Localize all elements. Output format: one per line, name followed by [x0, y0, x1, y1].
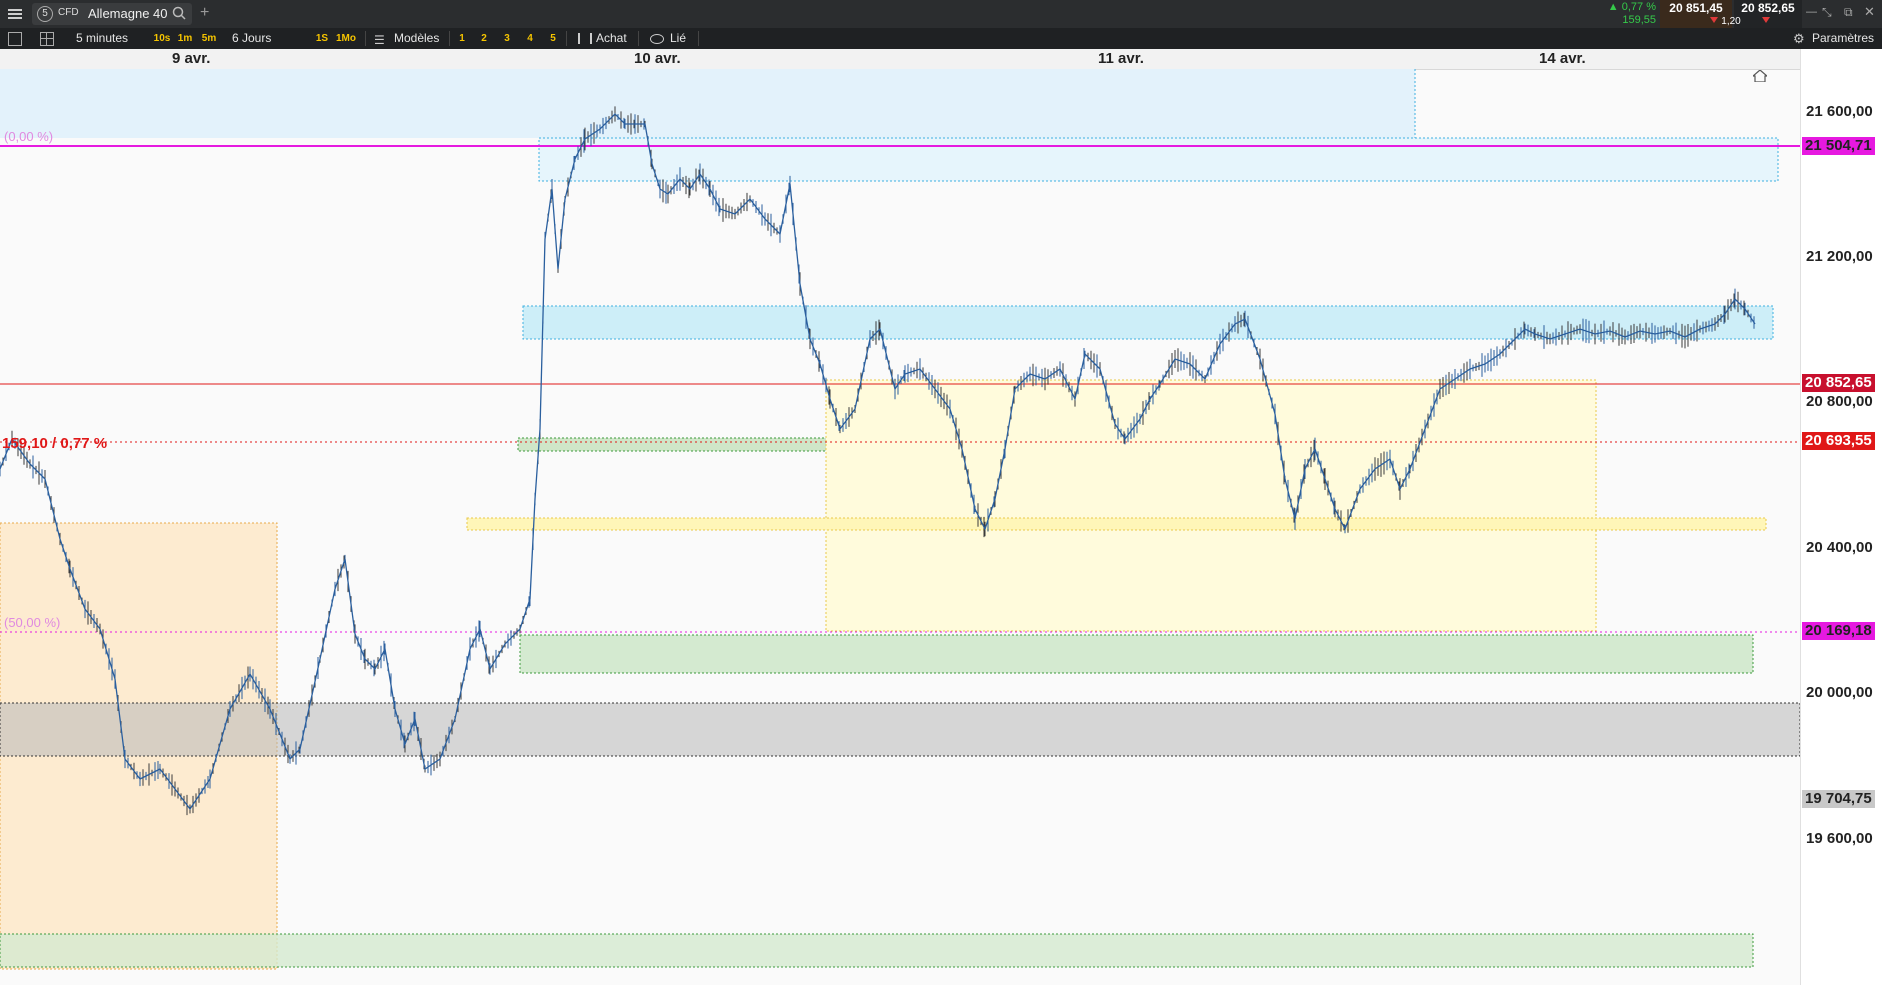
price-tick: 21 200,00 [1806, 248, 1873, 265]
settings-button[interactable]: Paramètres [1812, 28, 1874, 49]
date-label: 14 avr. [1539, 50, 1586, 67]
timeframe-5m[interactable]: 5m [200, 32, 218, 46]
price-tick: 21 600,00 [1806, 103, 1873, 120]
layout-4[interactable]: 4 [524, 32, 536, 46]
low-price-tag: 19 704,75 [1802, 790, 1875, 808]
date-label: 9 avr. [172, 50, 211, 67]
bid-price: 20 851,45 [1669, 1, 1723, 15]
fib-0-price-tag: 21 504,71 [1802, 137, 1875, 155]
down-arrow-icon [1762, 17, 1770, 23]
templates-button[interactable]: Modèles [394, 28, 439, 49]
instrument-name: Allemagne 40 [88, 6, 168, 21]
change-annotation: 159,10 / 0,77 % [2, 435, 107, 452]
shrink-icon[interactable]: ⤡ [1822, 5, 1832, 20]
range-1s[interactable]: 1S [314, 32, 330, 46]
top-bar: 5 CFD Allemagne 40 + ▲ 0,77 % 159,55 20 … [0, 0, 1882, 28]
timeframe-1m[interactable]: 1m [176, 32, 194, 46]
date-label: 11 avr. [1098, 50, 1144, 67]
chart-svg: (0,00 %) (50,00 %) 159,10 / 0,77 % [0, 69, 1800, 970]
date-label: 10 avr. [634, 50, 681, 67]
layout-2[interactable]: 2 [478, 32, 490, 46]
divider [365, 31, 366, 46]
change-percent: ▲ 0,77 % [1607, 1, 1656, 13]
date-axis: 9 avr. 10 avr. 11 avr. 14 avr. [0, 49, 1800, 70]
eye-icon [650, 34, 664, 44]
change-box: ▲ 0,77 % 159,55 [1592, 0, 1656, 28]
prev-close-tag: 20 693,55 [1802, 432, 1875, 450]
divider [566, 31, 567, 46]
price-tick: 20 000,00 [1806, 684, 1873, 701]
layout-grid-icon[interactable] [40, 32, 54, 46]
divider [698, 31, 699, 46]
linked-button[interactable]: Lié [670, 28, 686, 49]
chart-area[interactable]: (0,00 %) (50,00 %) 159,10 / 0,77 % [0, 69, 1800, 985]
change-points: 159,55 [1622, 14, 1656, 26]
hamburger-icon[interactable] [8, 7, 22, 21]
spread-value: 1,20 [1721, 16, 1741, 27]
chart-toolbar: 5 minutes 10s 1m 5m 6 Jours 1S 1Mo ☰ Mod… [0, 28, 1882, 49]
layout-1[interactable]: 1 [456, 32, 468, 46]
price-tick: 19 600,00 [1806, 830, 1873, 847]
zone-blue-upper [538, 137, 1779, 182]
fib-label-0: (0,00 %) [4, 129, 53, 144]
zone-yellow-thin [466, 517, 1767, 531]
fib-50-price-tag: 20 169,18 [1802, 622, 1875, 640]
popout-icon[interactable]: ⧉ [1844, 5, 1853, 20]
zone-green-bottom [0, 933, 1754, 968]
zone-blue-top [0, 69, 1415, 138]
zone-green-mid [519, 634, 1754, 674]
add-tab-icon[interactable]: + [200, 4, 209, 22]
price-tick: 20 800,00 [1806, 393, 1873, 410]
divider [638, 31, 639, 46]
buy-icon [578, 33, 592, 44]
gear-icon: ⚙ [1793, 31, 1805, 46]
ask-price: 20 852,65 [1741, 1, 1795, 15]
instrument-tab[interactable]: 5 CFD Allemagne 40 [32, 3, 192, 25]
home-icon[interactable] [1751, 69, 1769, 83]
buy-button[interactable]: Achat [596, 28, 627, 49]
badge-number: 5 [37, 6, 53, 22]
arrow-up-icon[interactable]: — [1806, 6, 1817, 18]
search-icon[interactable] [172, 6, 186, 20]
sliders-icon: ☰ [374, 33, 385, 47]
range-select[interactable]: 6 Jours [232, 28, 271, 49]
timeframe-10s[interactable]: 10s [152, 32, 172, 46]
range-1mo[interactable]: 1Mo [334, 32, 358, 46]
layout-5[interactable]: 5 [547, 32, 559, 46]
price-tick: 20 400,00 [1806, 539, 1873, 556]
last-price-tag: 20 852,65 [1802, 374, 1875, 392]
divider [449, 31, 450, 46]
timeframe-select[interactable]: 5 minutes [76, 28, 128, 49]
fib-label-50: (50,00 %) [4, 615, 60, 630]
close-icon[interactable]: ✕ [1864, 4, 1875, 20]
cfd-label: CFD [58, 7, 79, 18]
list-icon[interactable] [8, 32, 22, 46]
layout-3[interactable]: 3 [501, 32, 513, 46]
zone-yellow-range [825, 379, 1597, 632]
